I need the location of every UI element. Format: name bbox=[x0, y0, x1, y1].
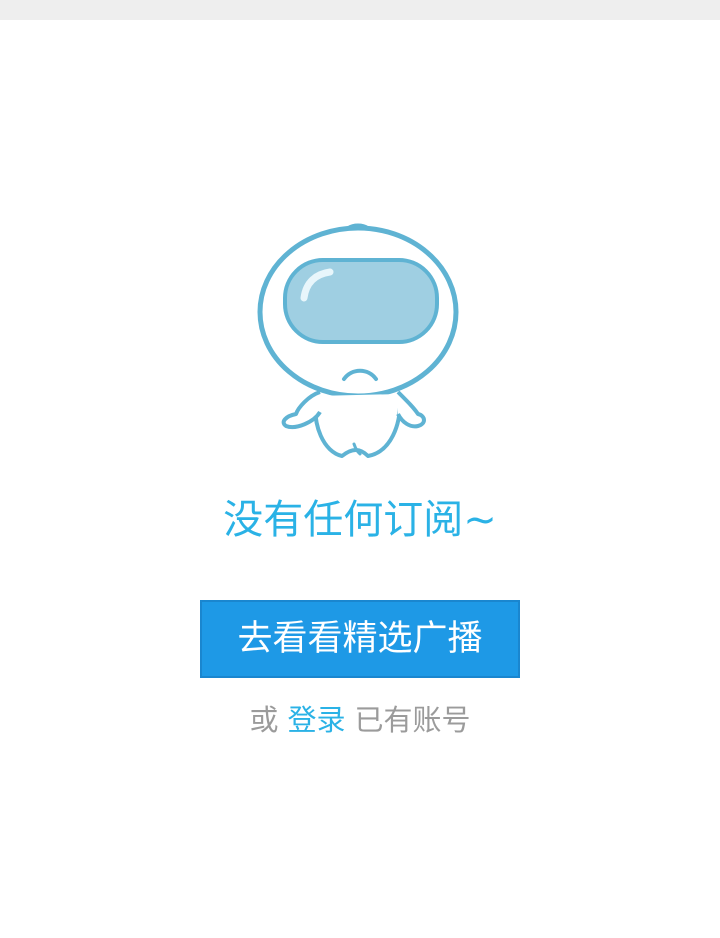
empty-subscription-message: 没有任何订阅~ bbox=[223, 497, 497, 543]
login-link[interactable]: 登录 bbox=[287, 703, 345, 737]
login-prompt-prefix: 或 bbox=[249, 703, 279, 737]
astronaut-mascot-illustration bbox=[256, 216, 464, 464]
browse-featured-broadcasts-button[interactable]: 去看看精选广播 bbox=[200, 600, 520, 678]
login-prompt: 或登录 已有账号 bbox=[0, 698, 720, 742]
status-bar-strip bbox=[0, 0, 720, 20]
login-prompt-suffix: 已有账号 bbox=[354, 703, 471, 737]
